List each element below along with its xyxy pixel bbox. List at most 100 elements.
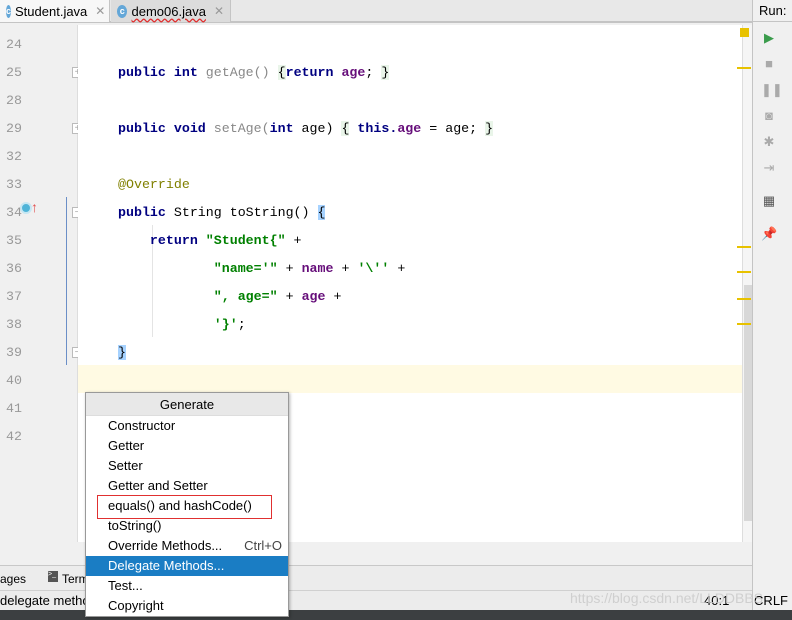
- popup-item[interactable]: Getter: [86, 436, 288, 456]
- pause-icon[interactable]: ❚❚: [761, 82, 783, 98]
- popup-item[interactable]: Test...: [86, 576, 288, 596]
- code-token: "Student{": [205, 233, 286, 248]
- code-token: }: [381, 65, 390, 80]
- popup-item[interactable]: Setter: [86, 456, 288, 476]
- shortcut-label: Ctrl+O: [244, 538, 282, 553]
- camera-icon[interactable]: ◙: [761, 108, 777, 124]
- code-line[interactable]: public void setAge(int age) { this.age =…: [118, 115, 494, 143]
- code-token: +: [389, 261, 406, 276]
- close-icon[interactable]: ✕: [95, 4, 105, 18]
- code-token: ;: [365, 65, 382, 80]
- error-stripe-mark[interactable]: [737, 67, 751, 69]
- popup-item-label: Override Methods...: [108, 538, 223, 553]
- code-token: int: [269, 121, 302, 136]
- tab-label: demo06.java: [131, 3, 206, 19]
- code-line[interactable]: "name='" + name + '\'' +: [118, 255, 406, 283]
- code-token: public int: [118, 65, 206, 80]
- debug-icon[interactable]: ✱: [761, 134, 777, 150]
- code-token: public: [118, 205, 174, 220]
- code-token: {: [317, 205, 326, 220]
- code-token: }: [118, 345, 126, 360]
- line-number: 37: [6, 289, 22, 304]
- error-stripe-mark[interactable]: [737, 323, 751, 325]
- code-token: +: [325, 289, 342, 304]
- line-number: 32: [6, 149, 22, 164]
- popup-item[interactable]: toString(): [86, 516, 288, 536]
- runnable-class-icon: c: [117, 4, 128, 18]
- popup-item[interactable]: Delegate Methods...: [86, 556, 288, 576]
- error-stripe-mark[interactable]: [737, 246, 751, 248]
- run-panel-title: Run:: [753, 0, 792, 22]
- code-line[interactable]: public String toString() {: [118, 199, 326, 227]
- implements-arrow-icon[interactable]: ↑: [31, 199, 38, 215]
- class-icon: c: [6, 4, 12, 18]
- line-number: 42: [6, 429, 22, 444]
- line-number: 24: [6, 37, 22, 52]
- popup-item[interactable]: Constructor: [86, 416, 288, 436]
- code-token: ", age=": [213, 289, 278, 304]
- code-token: this.: [349, 121, 398, 136]
- code-token: +: [277, 261, 302, 276]
- code-token: age: [301, 289, 326, 304]
- line-number: 40: [6, 373, 22, 388]
- code-line[interactable]: public int getAge() {return age; }: [118, 59, 390, 87]
- code-token: return: [285, 65, 342, 80]
- code-line[interactable]: return "Student{" +: [118, 227, 302, 255]
- popup-item-label: toString(): [108, 518, 162, 533]
- code-token: setAge(: [213, 121, 270, 136]
- code-line[interactable]: '}';: [118, 311, 246, 339]
- code-token: @Override: [118, 177, 190, 192]
- run-panel: Run: ▶ ■ ❚❚ ◙ ✱ ⇥ ▦ 📌: [752, 0, 792, 610]
- code-line[interactable]: @Override: [118, 171, 190, 199]
- code-token: public void: [118, 121, 214, 136]
- code-token: return: [149, 233, 206, 248]
- popup-item-label: Getter: [108, 438, 145, 453]
- scrollbar-thumb[interactable]: [744, 285, 752, 521]
- editor-gutter: ↑ 2425+2829+323334−3536373839−404142: [0, 25, 83, 542]
- code-token: {: [277, 65, 286, 80]
- code-token: '}': [213, 317, 238, 332]
- current-line-highlight: [78, 365, 742, 393]
- error-stripe-mark[interactable]: [737, 298, 751, 300]
- line-number: 36: [6, 261, 22, 276]
- run-icon[interactable]: ▶: [761, 30, 777, 46]
- line-number: 33: [6, 177, 22, 192]
- pin-icon[interactable]: 📌: [761, 226, 777, 242]
- code-token: '\'': [357, 261, 390, 276]
- popup-item-label: Getter and Setter: [108, 478, 208, 493]
- popup-item-label: Copyright: [108, 598, 164, 613]
- line-number: 39: [6, 345, 22, 360]
- popup-item[interactable]: Getter and Setter: [86, 476, 288, 496]
- code-token: "name='": [213, 261, 278, 276]
- layout-icon[interactable]: ▦: [761, 193, 777, 209]
- code-token: +: [285, 233, 302, 248]
- stop-icon[interactable]: ■: [761, 56, 777, 72]
- messages-tool-button[interactable]: ages: [0, 572, 26, 586]
- popup-item[interactable]: Override Methods... Ctrl+O: [86, 536, 288, 556]
- exit-icon[interactable]: ⇥: [761, 160, 777, 176]
- line-number: 38: [6, 317, 22, 332]
- code-token: getAge(): [205, 65, 278, 80]
- status-message: delegate metho: [0, 593, 90, 608]
- highlight-box: [97, 495, 272, 519]
- popup-item-label: Setter: [108, 458, 143, 473]
- error-stripe-mark[interactable]: [737, 271, 751, 273]
- code-token: age): [301, 121, 342, 136]
- code-token: = age;: [421, 121, 486, 136]
- warning-indicator-icon[interactable]: [740, 28, 749, 37]
- close-icon[interactable]: ✕: [214, 4, 224, 18]
- popup-item[interactable]: Copyright: [86, 596, 288, 616]
- tab-student-java[interactable]: c Student.java ✕: [0, 0, 110, 22]
- line-number: 28: [6, 93, 22, 108]
- tab-demo06-java[interactable]: c demo06.java ✕: [111, 0, 231, 22]
- code-line[interactable]: }: [118, 339, 126, 367]
- code-token: +: [333, 261, 358, 276]
- code-line[interactable]: ", age=" + age +: [118, 283, 342, 311]
- code-token: }: [485, 121, 494, 136]
- editor-tab-bar: c Student.java ✕ c demo06.java ✕: [0, 0, 752, 23]
- popup-item-label: Test...: [108, 578, 143, 593]
- tab-label: Student.java: [15, 3, 88, 19]
- vertical-scrollbar[interactable]: [742, 25, 752, 542]
- change-marker: [66, 197, 67, 365]
